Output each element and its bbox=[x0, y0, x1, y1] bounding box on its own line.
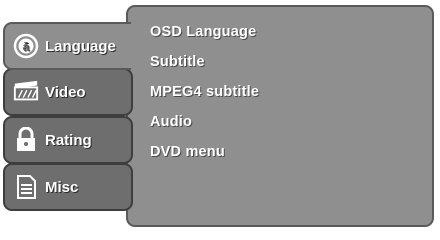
svg-text:ā: ā bbox=[23, 40, 30, 54]
option-subtitle[interactable]: Subtitle bbox=[150, 50, 259, 80]
tab-video-label: Video bbox=[45, 83, 86, 101]
option-mpeg4-subtitle[interactable]: MPEG4 subtitle bbox=[150, 80, 259, 110]
tab-misc-label: Misc bbox=[45, 178, 79, 196]
tab-rating-label: Rating bbox=[45, 131, 92, 149]
option-audio[interactable]: Audio bbox=[150, 110, 259, 140]
lock-icon bbox=[13, 127, 39, 153]
tab-language-label: Language bbox=[45, 37, 116, 55]
tab-language[interactable]: ā Language bbox=[3, 22, 131, 70]
video-icon bbox=[13, 79, 39, 105]
option-dvd-menu[interactable]: DVD menu bbox=[150, 140, 259, 170]
option-osd-language[interactable]: OSD Language bbox=[150, 20, 259, 50]
tab-misc[interactable]: Misc bbox=[3, 163, 133, 211]
tab-video[interactable]: Video bbox=[3, 68, 133, 116]
language-options-list: OSD Language Subtitle MPEG4 subtitle Aud… bbox=[150, 20, 259, 170]
setup-menu: ā Language Video Rating Misc OSD Languag… bbox=[0, 0, 440, 231]
language-icon: ā bbox=[13, 33, 39, 59]
tab-rating[interactable]: Rating bbox=[3, 116, 133, 164]
document-icon bbox=[13, 174, 39, 200]
